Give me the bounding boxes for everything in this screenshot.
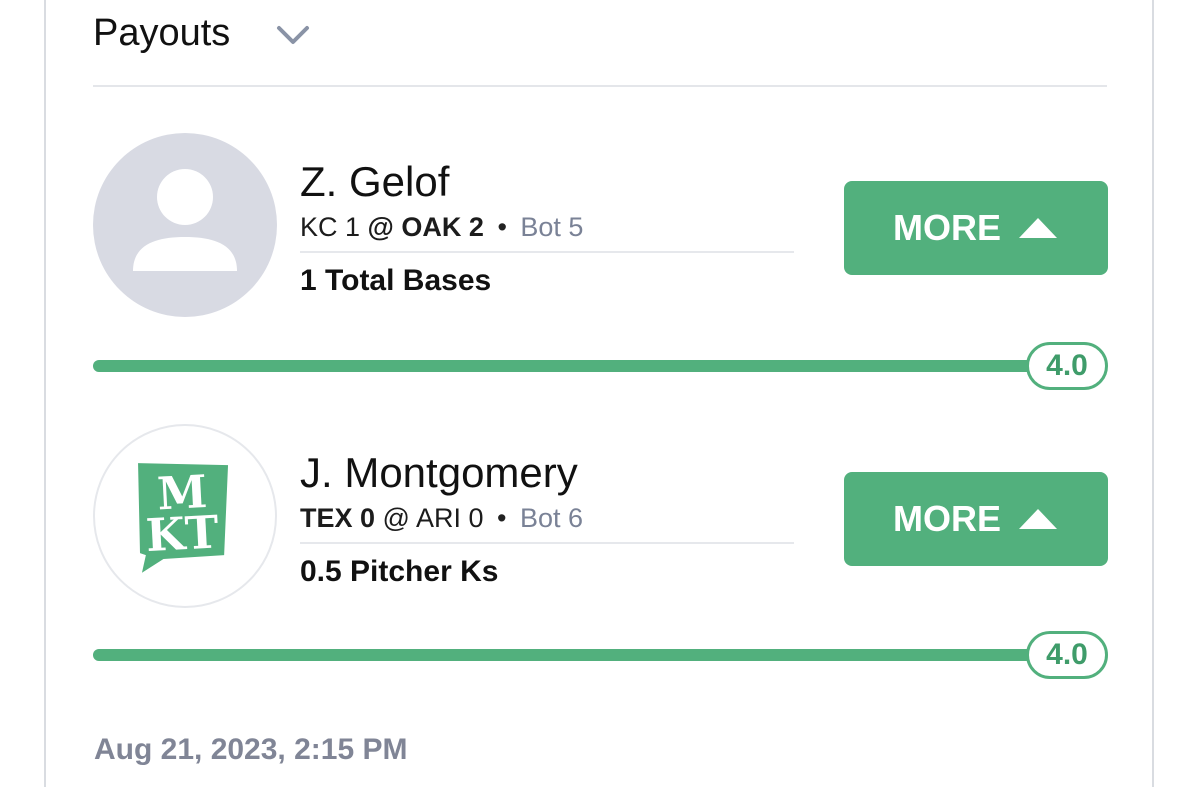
player-name: J. Montgomery — [300, 449, 578, 496]
more-button-label: MORE — [893, 207, 1001, 248]
player-avatar: M KT — [93, 424, 277, 608]
progress-track — [93, 360, 1033, 372]
away-team: TEX 0 — [300, 503, 376, 533]
card-right-border — [1152, 0, 1154, 787]
triangle-up-icon — [1019, 509, 1057, 529]
bullet: • — [497, 212, 507, 242]
progress-value-badge: 4.0 — [1026, 631, 1108, 679]
progress-bar: 4.0 — [93, 631, 1109, 679]
more-button-label: MORE — [893, 498, 1001, 539]
progress-track — [93, 649, 1033, 661]
progress-value-badge: 4.0 — [1026, 342, 1108, 390]
game-line: TEX 0 @ ARI 0 • Bot 6 — [300, 503, 794, 544]
at-separator: @ — [367, 212, 394, 242]
stat-line: 0.5 Pitcher Ks — [300, 555, 499, 588]
mkt-logo: M KT — [138, 463, 229, 573]
away-team: KC 1 — [300, 212, 361, 242]
progress-fill — [93, 649, 1033, 661]
progress-bar: 4.0 — [93, 342, 1109, 390]
timestamp: Aug 21, 2023, 2:15 PM — [94, 733, 408, 766]
stat-line: 1 Total Bases — [300, 264, 492, 297]
player-avatar — [93, 133, 277, 317]
payouts-title: Payouts — [93, 12, 231, 54]
at-separator: @ — [382, 503, 410, 533]
bullet: • — [497, 503, 507, 533]
svg-text:KT: KT — [145, 505, 221, 562]
more-button[interactable]: MORE — [844, 472, 1108, 566]
home-team: ARI 0 — [415, 503, 484, 533]
inning: Bot 5 — [520, 212, 584, 242]
user-placeholder-icon — [133, 169, 237, 271]
payouts-card: Payouts Z. Gelof KC 1 @ OAK 2 • Bot 5 1 … — [46, 0, 1152, 787]
payouts-header[interactable]: Payouts — [93, 0, 1107, 87]
chevron-down-icon[interactable] — [275, 22, 311, 48]
home-team: OAK 2 — [401, 212, 484, 242]
progress-fill — [93, 360, 1033, 372]
triangle-up-icon — [1019, 218, 1057, 238]
game-line: KC 1 @ OAK 2 • Bot 5 — [300, 212, 794, 253]
more-button[interactable]: MORE — [844, 181, 1108, 275]
player-name: Z. Gelof — [300, 158, 450, 205]
inning: Bot 6 — [520, 503, 584, 533]
